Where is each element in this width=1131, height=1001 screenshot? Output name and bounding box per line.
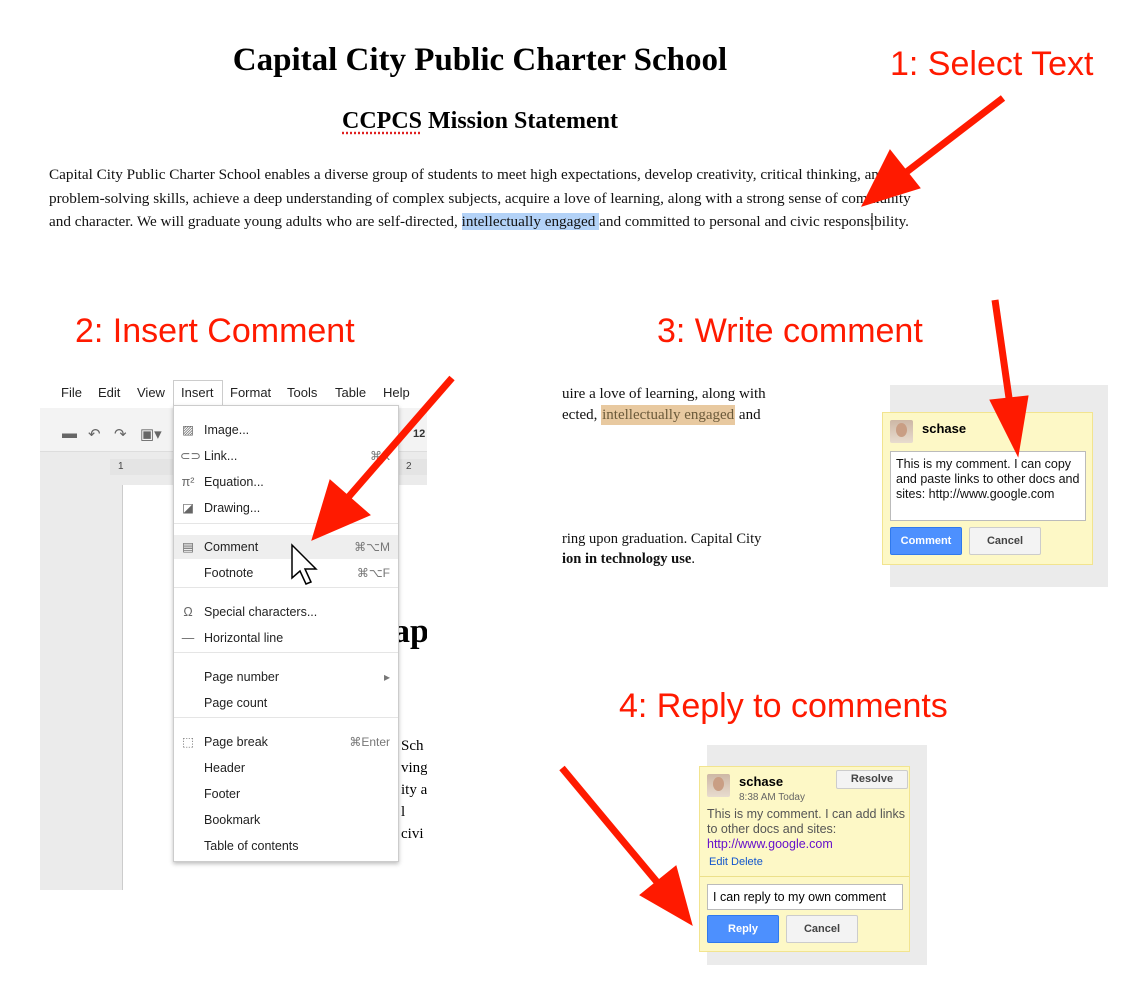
arrow-1-icon bbox=[861, 95, 1006, 207]
arrow-2-icon bbox=[311, 375, 455, 541]
annotation-overlay bbox=[291, 95, 1029, 927]
arrow-3-icon bbox=[989, 299, 1029, 458]
arrow-4-icon bbox=[559, 765, 693, 927]
mouse-pointer-icon bbox=[291, 543, 318, 585]
